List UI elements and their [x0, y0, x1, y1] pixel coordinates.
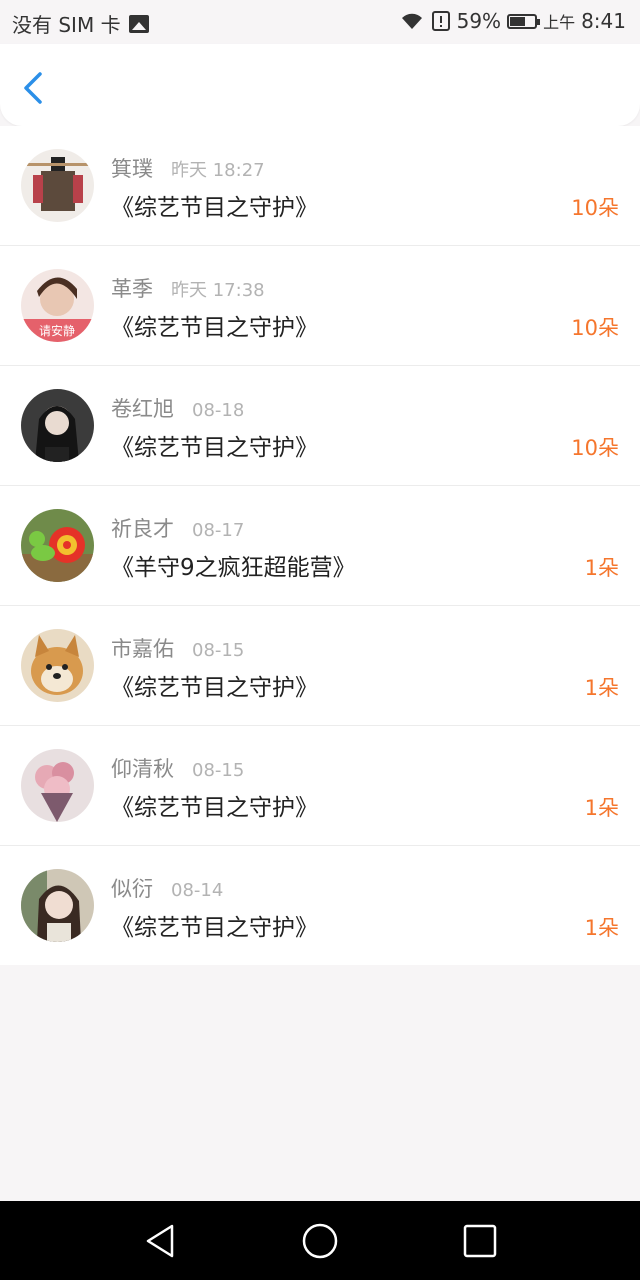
status-bar: 没有 SIM 卡 59% 上午 8:41 — [0, 0, 640, 44]
timestamp: 08-15 — [192, 760, 245, 781]
avatar-image: 请安静 — [21, 269, 94, 342]
list-item[interactable]: 请安静 革季 昨天 17:38 《综艺节目之守护》 10朵 — [0, 246, 640, 366]
back-arrow-icon[interactable] — [14, 68, 54, 108]
user-name: 市嘉佑 — [111, 637, 174, 661]
show-title: 《综艺节目之守护》 — [111, 795, 318, 821]
nav-home-icon[interactable] — [300, 1221, 340, 1261]
show-title: 《羊守9之疯狂超能营》 — [111, 555, 356, 581]
avatar-image — [21, 389, 94, 462]
flower-count: 1朵 — [584, 676, 619, 700]
flower-count: 10朵 — [571, 436, 619, 460]
user-name: 祈良才 — [111, 517, 174, 541]
avatar-image — [21, 509, 94, 582]
flower-count: 10朵 — [571, 316, 619, 340]
battery-icon — [507, 13, 541, 29]
avatar-image — [21, 629, 94, 702]
show-title: 《综艺节目之守护》 — [111, 435, 318, 461]
nav-back-icon[interactable] — [140, 1221, 180, 1261]
alert-icon — [431, 11, 450, 31]
image-notification-icon — [128, 14, 149, 33]
list-item[interactable]: 仰清秋 08-15 《综艺节目之守护》 1朵 — [0, 726, 640, 846]
user-name: 卷红旭 — [111, 397, 174, 421]
avatar-image — [21, 149, 94, 222]
avatar[interactable] — [21, 749, 94, 822]
show-title: 《综艺节目之守护》 — [111, 675, 318, 701]
list-item[interactable]: 箕璞 昨天 18:27 《综艺节目之守护》 10朵 — [0, 126, 640, 246]
timestamp: 昨天 17:38 — [171, 280, 265, 301]
avatar[interactable] — [21, 869, 94, 942]
ampm-text: 上午 — [543, 13, 576, 32]
battery-percent: 59% — [456, 9, 502, 33]
user-name: 似衍 — [111, 877, 153, 901]
top-bar — [0, 44, 640, 126]
user-name: 革季 — [111, 277, 153, 301]
user-name: 仰清秋 — [111, 757, 174, 781]
svg-text:请安静: 请安静 — [39, 323, 75, 338]
timestamp: 昨天 18:27 — [171, 160, 265, 181]
list-item[interactable]: 卷红旭 08-18 《综艺节目之守护》 10朵 — [0, 366, 640, 486]
avatar[interactable]: 请安静 — [21, 269, 94, 342]
timestamp: 08-15 — [192, 640, 245, 661]
show-title: 《综艺节目之守护》 — [111, 195, 318, 221]
wifi-icon — [401, 13, 422, 29]
avatar[interactable] — [21, 149, 94, 222]
carrier-text: 没有 SIM 卡 — [12, 13, 121, 37]
show-title: 《综艺节目之守护》 — [111, 915, 318, 941]
timestamp: 08-14 — [171, 880, 224, 901]
user-name: 箕璞 — [111, 157, 153, 181]
avatar-image — [21, 869, 94, 942]
avatar[interactable] — [21, 389, 94, 462]
flower-count: 10朵 — [571, 196, 619, 220]
list-item[interactable]: 似衍 08-14 《综艺节目之守护》 1朵 — [0, 846, 640, 965]
system-nav-bar — [0, 1201, 640, 1280]
timestamp: 08-18 — [192, 400, 245, 421]
nav-recents-icon[interactable] — [460, 1221, 500, 1261]
list-item[interactable]: 祈良才 08-17 《羊守9之疯狂超能营》 1朵 — [0, 486, 640, 606]
clock-text: 8:41 — [581, 9, 626, 33]
flower-count: 1朵 — [584, 916, 619, 940]
show-title: 《综艺节目之守护》 — [111, 315, 318, 341]
flower-count: 1朵 — [584, 796, 619, 820]
list-item[interactable]: 市嘉佑 08-15 《综艺节目之守护》 1朵 — [0, 606, 640, 726]
timestamp: 08-17 — [192, 520, 245, 541]
flower-count: 1朵 — [584, 556, 619, 580]
avatar-image — [21, 749, 94, 822]
avatar[interactable] — [21, 629, 94, 702]
avatar[interactable] — [21, 509, 94, 582]
gift-record-list: 箕璞 昨天 18:27 《综艺节目之守护》 10朵 请安静 革季 昨天 17:38 《综艺节目… — [0, 126, 640, 965]
